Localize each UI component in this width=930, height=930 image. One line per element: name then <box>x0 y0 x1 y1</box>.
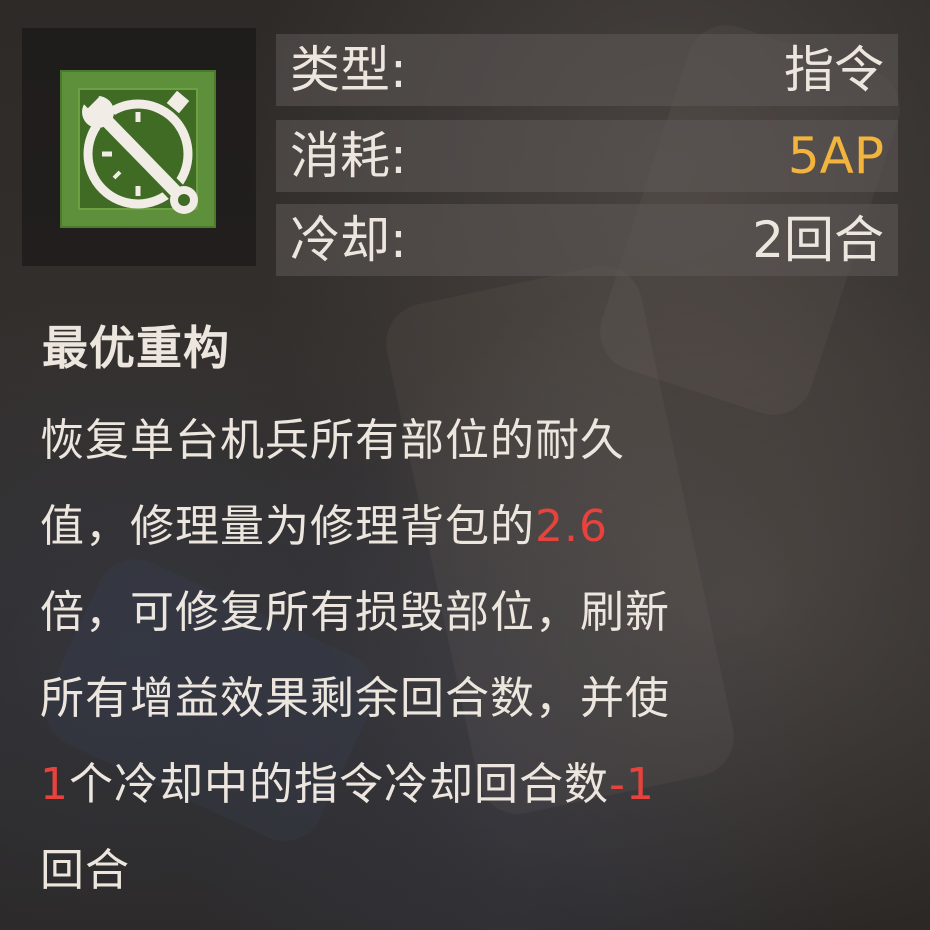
cooldown-value: 2回合 <box>752 211 884 269</box>
description-line: 倍，可修复所有损毁部位，刷新 <box>40 570 900 656</box>
stat-row-cooldown: 冷却: 2回合 <box>276 204 898 276</box>
stat-row-cost: 消耗: 5AP <box>276 120 898 192</box>
skill-description: 恢复单台机兵所有部位的耐久 值，修理量为修理背包的2.6 倍，可修复所有损毁部位… <box>40 398 900 914</box>
description-line: 恢复单台机兵所有部位的耐久 <box>40 398 900 484</box>
description-text: 恢复单台机兵所有部位的耐久 <box>40 415 625 466</box>
wrench-stopwatch-glyph <box>80 89 198 214</box>
description-line: 所有增益效果剩余回合数，并使 <box>40 656 900 742</box>
description-text: 回合 <box>40 845 130 896</box>
description-text: 所有增益效果剩余回合数，并使 <box>40 673 670 724</box>
description-text: 值，修理量为修理背包的 <box>40 501 535 552</box>
description-line: 值，修理量为修理背包的2.6 <box>40 484 900 570</box>
skill-name: 最优重构 <box>42 321 230 375</box>
description-line: 回合 <box>40 828 900 914</box>
type-value: 指令 <box>784 41 884 99</box>
description-line: 1个冷却中的指令冷却回合数-1 <box>40 742 900 828</box>
description-text: 倍，可修复所有损毁部位，刷新 <box>40 587 670 638</box>
wrench-stopwatch-icon <box>60 70 216 228</box>
cost-value: 5AP <box>787 127 884 185</box>
command-count-value: 1 <box>40 759 69 810</box>
stat-row-type: 类型: 指令 <box>276 34 898 106</box>
cooldown-label: 冷却: <box>290 211 407 269</box>
repair-multiplier-value: 2.6 <box>535 501 608 552</box>
cooldown-reduction-value: -1 <box>609 759 655 810</box>
description-text: 个冷却中的指令冷却回合数 <box>69 759 609 810</box>
cost-label: 消耗: <box>290 127 407 185</box>
type-label: 类型: <box>290 41 407 99</box>
